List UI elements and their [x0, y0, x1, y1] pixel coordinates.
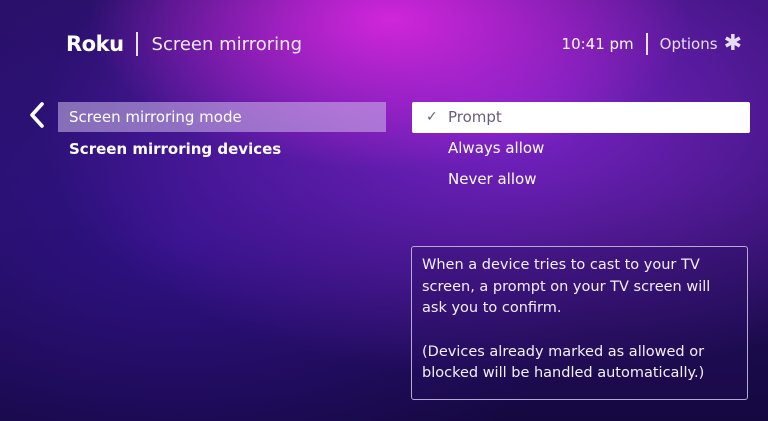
info-description: When a device tries to cast to your TV s…: [422, 257, 711, 316]
option-always-allow[interactable]: Always allow: [412, 133, 750, 164]
page-title: Screen mirroring: [151, 33, 302, 55]
settings-menu: Screen mirroring mode Screen mirroring d…: [58, 102, 386, 166]
header-right: 10:41 pm Options ✱: [562, 33, 742, 55]
roku-logo: Roku: [66, 32, 124, 56]
menu-item-screen-mirroring-mode[interactable]: Screen mirroring mode: [58, 102, 386, 132]
menu-item-screen-mirroring-devices[interactable]: Screen mirroring devices: [58, 134, 386, 164]
option-label: Always allow: [448, 139, 545, 157]
info-note: (Devices already marked as allowed or bl…: [422, 343, 705, 382]
clock-time: 10:41 pm: [561, 35, 634, 53]
info-panel: When a device tries to cast to your TV s…: [411, 246, 748, 400]
option-never-allow[interactable]: Never allow: [412, 164, 750, 195]
mode-options-list: ✓ Prompt Always allow Never allow: [412, 102, 750, 195]
chevron-left-icon[interactable]: [26, 100, 50, 130]
header-divider: [135, 32, 138, 56]
option-label: Never allow: [448, 170, 537, 188]
option-label: Prompt: [448, 108, 502, 126]
options-label[interactable]: Options: [660, 35, 718, 53]
option-prompt[interactable]: ✓ Prompt: [412, 102, 750, 133]
header-bar: Roku Screen mirroring 10:41 pm Options ✱: [66, 26, 742, 62]
checkmark-icon: ✓: [426, 109, 438, 125]
header-divider-right: [645, 33, 648, 55]
asterisk-icon[interactable]: ✱: [724, 33, 742, 55]
